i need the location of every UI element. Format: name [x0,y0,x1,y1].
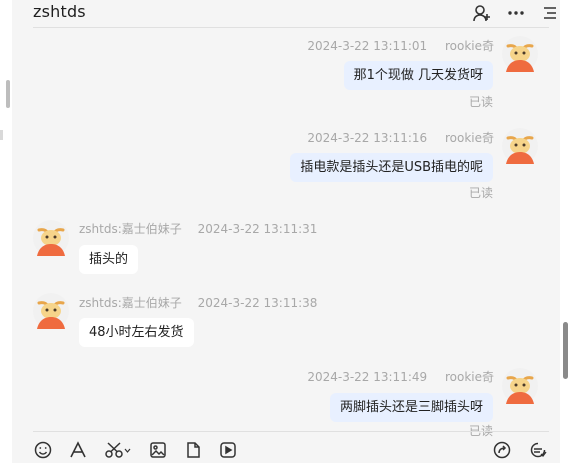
header-actions [472,3,560,23]
message-meta: zshtds:嘉士伯妹子 2024-3-22 13:11:31 [79,220,317,237]
chat-title: zshtds [33,2,86,21]
add-contact-icon[interactable] [472,3,492,23]
message-time: 2024-3-22 13:11:16 [307,131,428,145]
message-sender: rookie奇 [444,370,494,384]
message-meta: 2024-3-22 13:11:01 rookie奇 [307,37,494,54]
message-time: 2024-3-22 13:11:49 [307,370,428,384]
user-avatar[interactable] [502,368,538,404]
message-sender: zshtds:嘉士伯妹子 [79,296,182,310]
message-bubble-self[interactable]: 插电款是插头还是USB插电的呢 [290,153,493,182]
message-time: 2024-3-22 13:11:38 [197,296,318,310]
scissors-icon[interactable] [103,440,133,460]
left-pane-edge [0,0,12,463]
contact-avatar[interactable] [33,220,69,256]
chat-settings-icon[interactable] [528,440,548,460]
toolbar-divider [33,431,549,432]
share-icon[interactable] [492,440,512,460]
left-pane-divider [0,130,3,140]
font-icon[interactable] [68,440,88,460]
contact-avatar[interactable] [33,293,69,329]
message-time: 2024-3-22 13:11:01 [307,39,428,53]
message-meta: zshtds:嘉士伯妹子 2024-3-22 13:11:38 [79,294,317,311]
message-meta: 2024-3-22 13:11:49 rookie奇 [307,368,494,385]
message-meta: 2024-3-22 13:11:16 rookie奇 [307,129,494,146]
menu-icon[interactable] [540,3,560,23]
image-icon[interactable] [148,440,168,460]
message-time: 2024-3-22 13:11:31 [197,222,318,236]
message-bubble-other[interactable]: 插头的 [79,245,139,274]
emoji-icon[interactable] [33,440,53,460]
input-toolbar [12,436,560,463]
user-avatar[interactable] [502,36,538,72]
user-avatar[interactable] [502,128,538,164]
message-bubble-self[interactable]: 两脚插头还是三脚插头呀 [329,393,493,422]
read-status: 已读 [468,186,493,200]
chat-scrollbar[interactable] [563,322,568,379]
read-status: 已读 [468,95,493,109]
header-divider [33,27,549,28]
left-pane-scrollbar[interactable] [6,80,10,108]
message-sender: rookie奇 [444,39,494,53]
video-icon[interactable] [218,440,238,460]
message-bubble-self[interactable]: 那1个现做 几天发货呀 [343,61,493,90]
right-pane-edge [560,0,584,463]
message-bubble-other[interactable]: 48小时左右发货 [79,318,194,347]
more-icon[interactable] [506,3,526,23]
file-icon[interactable] [183,440,203,460]
message-sender: zshtds:嘉士伯妹子 [79,222,182,236]
message-sender: rookie奇 [444,131,494,145]
chat-panel: zshtds 2024-3-22 13:11:01 rookie奇 那1个现做 … [12,0,560,463]
chat-header: zshtds [12,0,560,26]
